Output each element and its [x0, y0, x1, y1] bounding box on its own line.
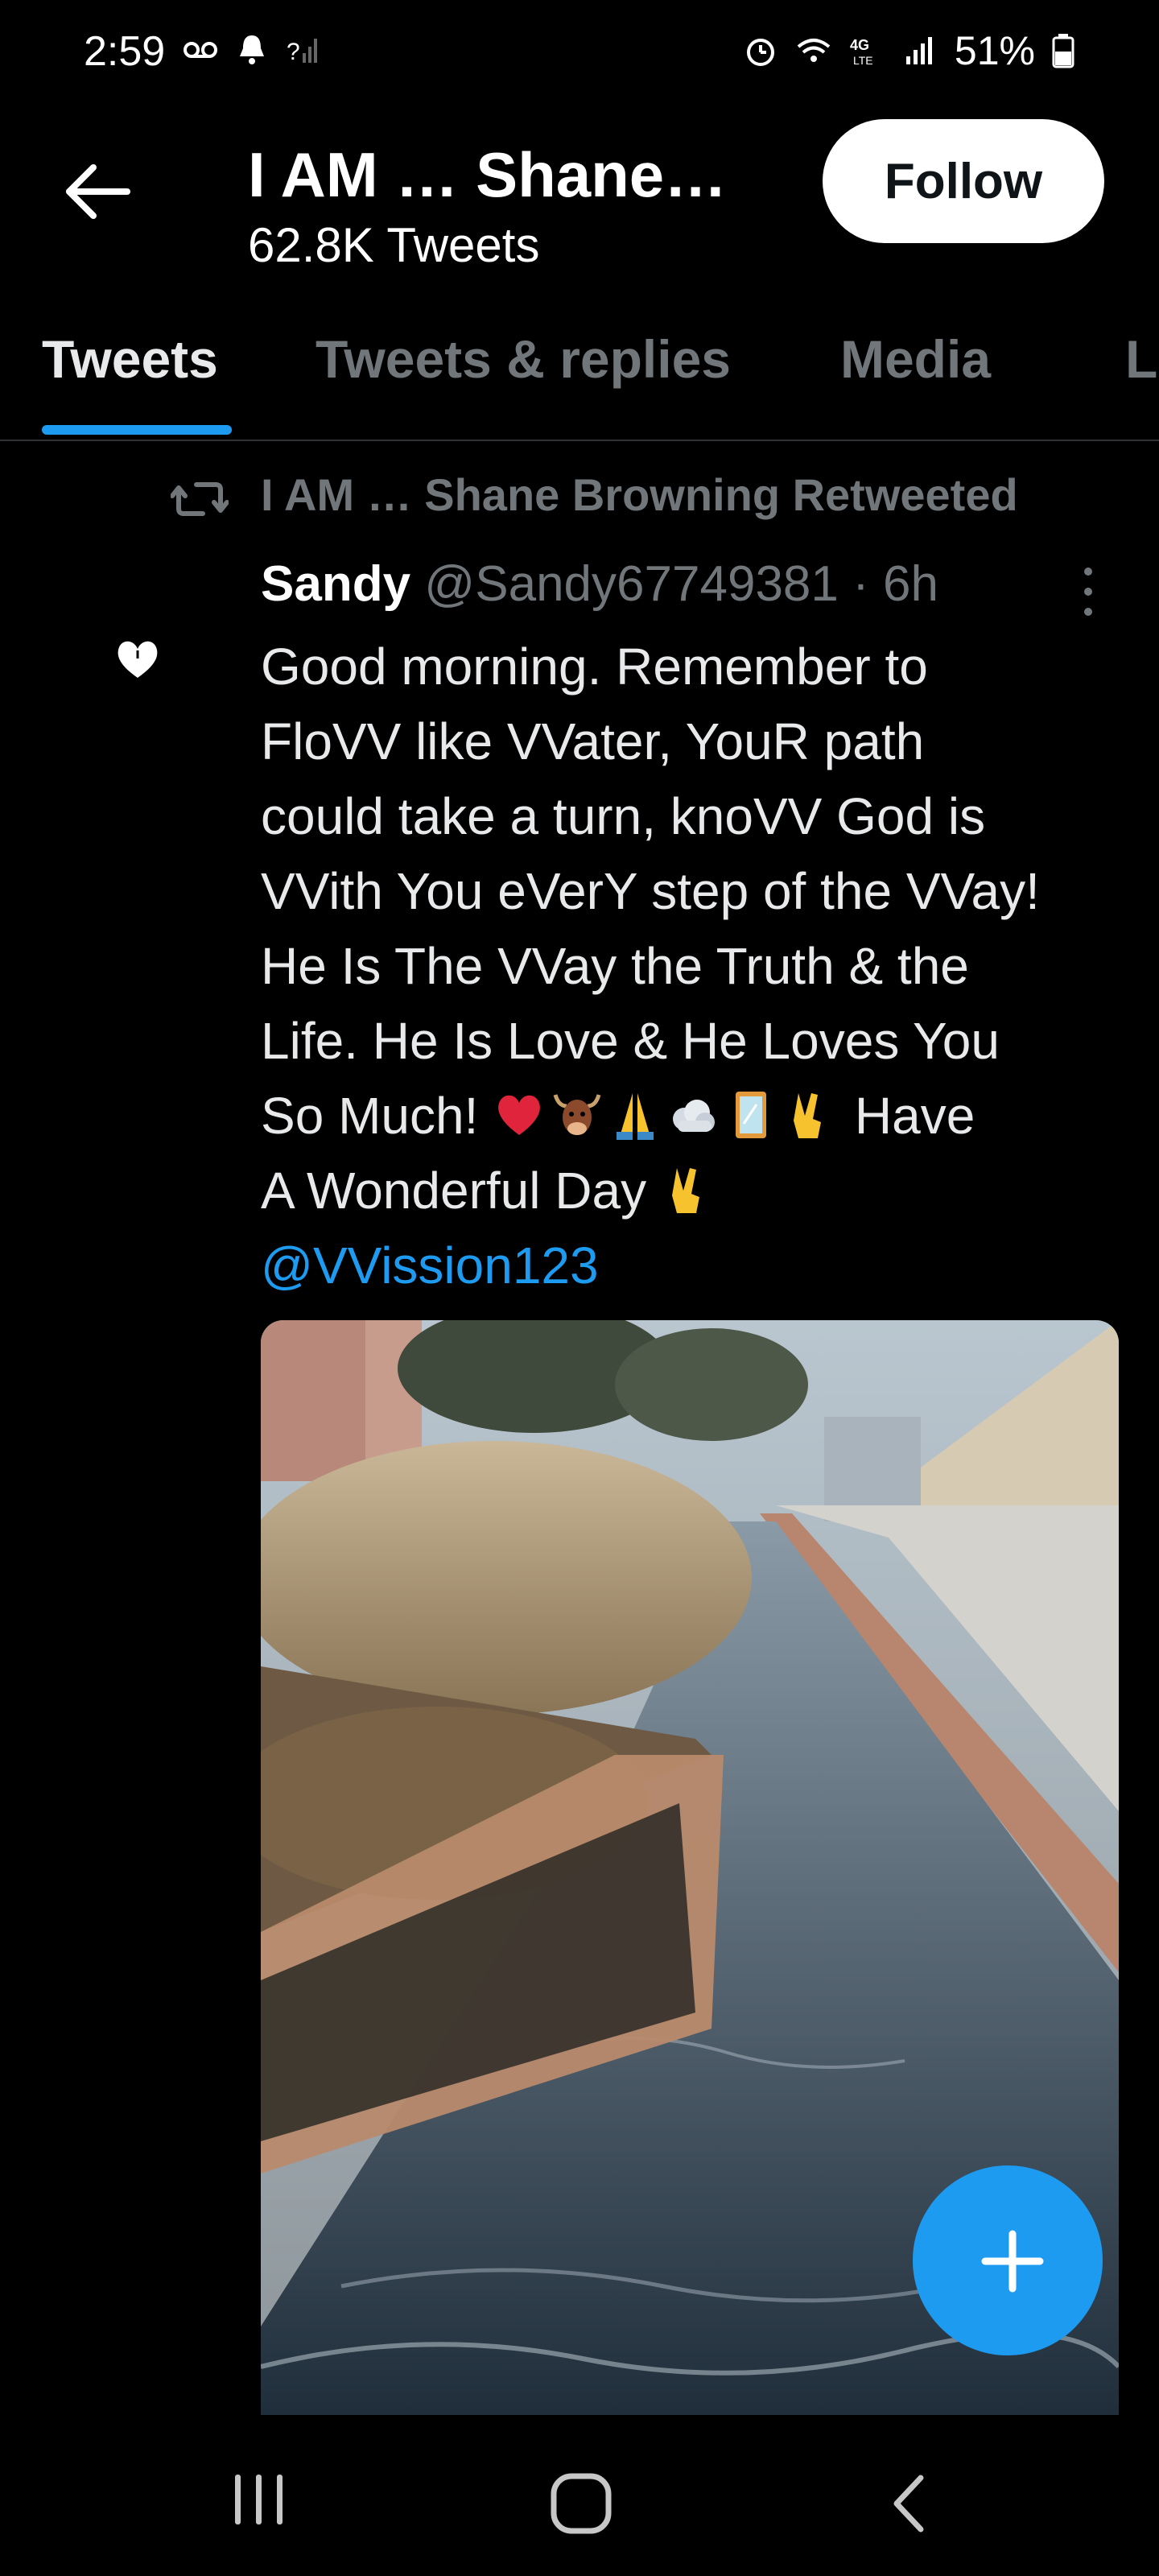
- status-bar: 2:59 ? 4G LTE 51%: [0, 0, 1159, 105]
- cloud-icon: [673, 1100, 716, 1132]
- tweet-line: FloVV like VVater, YouR path: [261, 712, 925, 770]
- compose-tweet-button[interactable]: [913, 2165, 1103, 2355]
- profile-tabs: Tweets Tweets & replies Media L: [0, 298, 1159, 441]
- follow-button[interactable]: Follow: [823, 119, 1104, 243]
- tweet-meta: Sandy @Sandy67749381 · 6h: [261, 555, 938, 613]
- retweet-label: I AM … Shane Browning Retweeted: [261, 469, 1018, 520]
- tweet-line-end: Have: [854, 1087, 975, 1145]
- author-handle[interactable]: @Sandy67749381: [424, 556, 839, 612]
- profile-title: I AM … Shane…: [248, 139, 728, 210]
- lte-icon: 4GLTE: [850, 37, 873, 67]
- tweet-line: VVith You eVerY step of the VVay!: [261, 862, 1040, 920]
- victory-hand-icon: [671, 1168, 699, 1213]
- tweet-line-start: So Much!: [261, 1087, 479, 1145]
- signal-strength-icon: [905, 37, 932, 64]
- home-icon[interactable]: [549, 2471, 613, 2536]
- battery-icon: [1052, 34, 1074, 68]
- avatar-heart-icon[interactable]: [113, 634, 163, 684]
- plus-icon: [981, 2230, 1044, 2293]
- tab-tweets[interactable]: Tweets: [42, 328, 218, 390]
- battery-percentage: 51%: [954, 28, 1035, 73]
- mirror-icon: [736, 1092, 767, 1138]
- author-name[interactable]: Sandy: [261, 556, 410, 612]
- active-tab-indicator: [42, 425, 232, 435]
- tab-likes[interactable]: L: [1125, 328, 1157, 390]
- recent-apps-icon[interactable]: [227, 2471, 291, 2528]
- svg-text:4G: 4G: [850, 37, 869, 53]
- voicemail-icon: [184, 42, 217, 58]
- alarm-icon: [746, 39, 774, 66]
- status-left-icons: ?: [182, 31, 322, 68]
- status-right-icons: 4G LTE 51%: [742, 27, 1075, 74]
- tweet-count: 62.8K Tweets: [248, 218, 540, 272]
- back-nav-icon[interactable]: [885, 2471, 934, 2536]
- svg-text:LTE: LTE: [853, 54, 873, 67]
- back-arrow-icon[interactable]: [58, 151, 138, 232]
- folded-hands-icon: [617, 1093, 654, 1140]
- tweet-text: Good morning. Remember to FloVV like VVa…: [261, 630, 1130, 1303]
- svg-text:?: ?: [287, 39, 300, 65]
- more-vertical-icon[interactable]: [1079, 564, 1098, 620]
- notification-bell-icon: [240, 35, 264, 64]
- wifi-icon: [797, 39, 831, 62]
- retweet-icon: [171, 482, 229, 516]
- tab-tweets-replies[interactable]: Tweets & replies: [316, 328, 731, 390]
- tweet-line: Life. He Is Love & He Loves You: [261, 1012, 1000, 1070]
- red-heart-icon: [498, 1095, 541, 1135]
- tweet-time: · 6h: [852, 556, 938, 612]
- tweet-line-text: A Wonderful Day: [261, 1162, 647, 1220]
- ox-face-icon: [553, 1094, 601, 1135]
- system-navigation-bar: [0, 2415, 1159, 2576]
- tweet-line: could take a turn, knoVV God is: [261, 787, 986, 845]
- no-signal-icon: ?: [287, 39, 317, 65]
- tab-media[interactable]: Media: [840, 328, 991, 390]
- profile-header: I AM … Shane… 62.8K Tweets Follow: [0, 105, 1159, 298]
- victory-hand-icon: [794, 1093, 822, 1138]
- tweet-line-emoji: So Much! Have: [261, 1079, 1130, 1154]
- tweet-line: He Is The VVay the Truth & the: [261, 937, 969, 995]
- status-time: 2:59: [84, 28, 166, 75]
- tweet-line: Good morning. Remember to: [261, 638, 928, 696]
- mention-link[interactable]: @VVission123: [261, 1236, 599, 1294]
- tweet-line-emoji: A Wonderful Day: [261, 1154, 1130, 1228]
